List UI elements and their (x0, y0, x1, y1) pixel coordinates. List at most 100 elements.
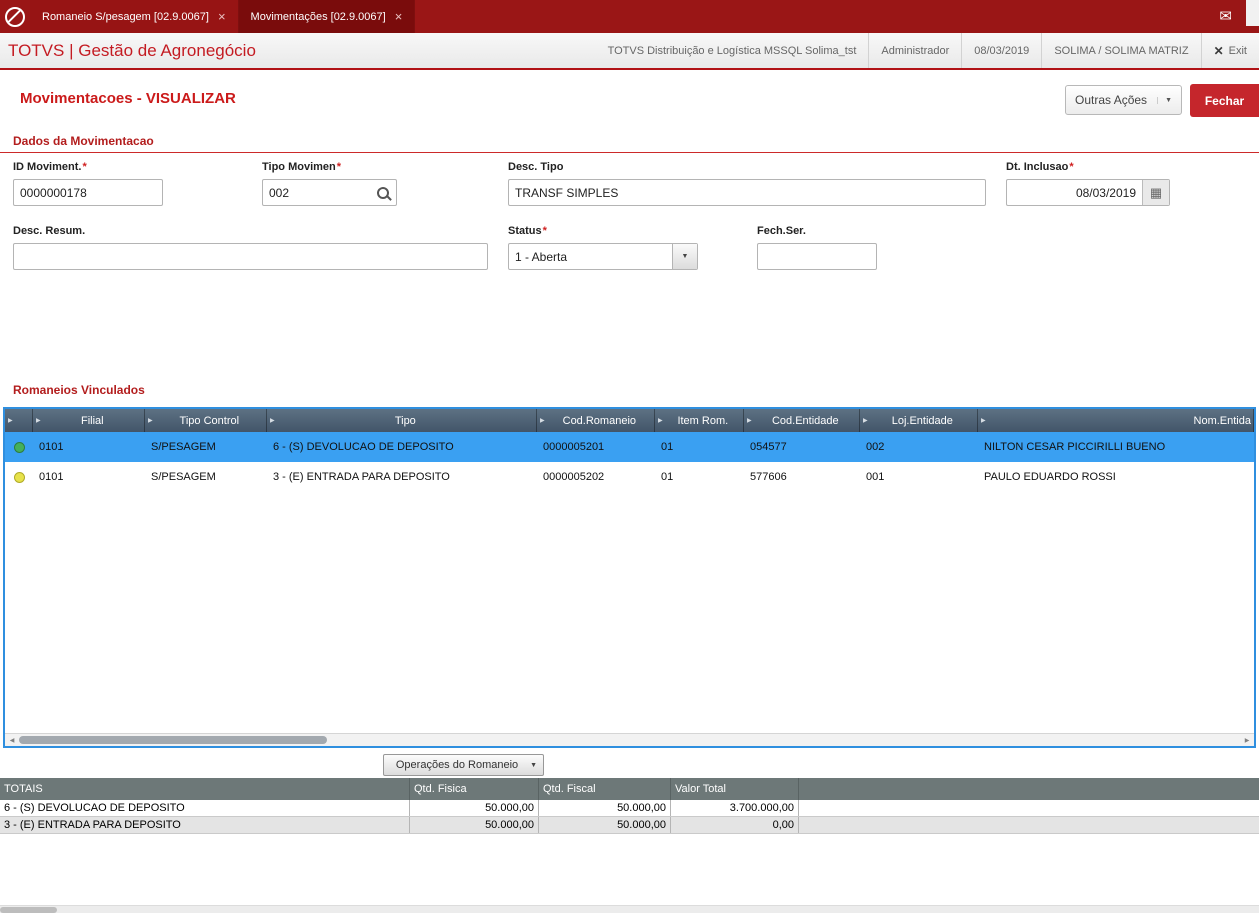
grid-cell: 01 (661, 441, 674, 453)
user-info: Administrador (868, 33, 961, 68)
column-arrow-icon: ▶ (270, 418, 275, 424)
status-dropdown-button[interactable]: ▼ (672, 244, 697, 269)
desc-resum-label: Desc. Resum. (13, 225, 86, 237)
operacoes-romaneio-label: Operações do Romaneio (395, 759, 519, 771)
column-header-filial[interactable]: ▶ Filial (33, 409, 145, 432)
id-moviment-label: ID Moviment.* (13, 161, 87, 173)
totals-filler (799, 817, 1259, 833)
status-yellow-icon (13, 471, 25, 483)
column-header-status[interactable]: ▶ (5, 409, 33, 432)
column-header-nom-entidade[interactable]: ▶ Nom.Entida (978, 409, 1254, 432)
search-button[interactable] (370, 180, 396, 205)
status-value: 1 - Aberta (515, 249, 568, 264)
status-label: Status* (508, 225, 547, 237)
desc-tipo-input[interactable] (508, 179, 986, 206)
page-horizontal-scrollbar[interactable] (0, 905, 1259, 913)
totals-qtd-fisica: 50.000,00 (410, 817, 539, 833)
column-arrow-icon: ▶ (658, 418, 663, 424)
tipo-movimen-field (262, 179, 397, 206)
totals-row: 3 - (E) ENTRADA PARA DEPOSITO 50.000,00 … (0, 817, 1259, 834)
app-header: TOTVS | Gestão de Agronegócio TOTVS Dist… (0, 33, 1259, 70)
dt-inclusao-field: ▦ (1006, 179, 1170, 206)
column-header-item-rom[interactable]: ▶ Item Rom. (655, 409, 744, 432)
exit-x-icon: ✕ (1213, 43, 1224, 58)
desc-resum-input[interactable] (13, 243, 488, 270)
prohibited-sign-icon (5, 6, 25, 27)
totals-row-label: 6 - (S) DEVOLUCAO DE DEPOSITO (0, 800, 410, 816)
grid-horizontal-scrollbar[interactable]: ◀ ▶ (5, 733, 1254, 746)
company-info: SOLIMA / SOLIMA MATRIZ (1041, 33, 1200, 68)
other-actions-dropdown[interactable]: ▼ (1157, 96, 1172, 104)
exit-button[interactable]: ✕ Exit (1200, 33, 1259, 68)
totals-col-qtd-fisica: Qtd. Fisica (410, 778, 539, 800)
scroll-left-icon[interactable]: ◀ (5, 737, 19, 744)
chevron-down-icon: ▼ (530, 761, 537, 769)
column-header-tipo-control[interactable]: ▶ Tipo Control (145, 409, 267, 432)
section-title-dados: Dados da Movimentacao (0, 134, 1259, 153)
calendar-button[interactable]: ▦ (1142, 180, 1169, 205)
grid-cell: 0000005201 (543, 441, 605, 453)
grid-cell: S/PESAGEM (151, 441, 216, 453)
status-select[interactable]: 1 - Aberta ▼ (508, 243, 698, 270)
totals-table: TOTAIS Qtd. Fisica Qtd. Fiscal Valor Tot… (0, 778, 1259, 834)
fechar-label: Fechar (1204, 93, 1245, 108)
status-green-icon (13, 441, 25, 453)
grid-cell: PAULO EDUARDO ROSSI (984, 471, 1116, 483)
chevron-down-icon: ▼ (1165, 96, 1172, 104)
totals-col-qtd-fiscal: Qtd. Fiscal (539, 778, 671, 800)
grid-cell: S/PESAGEM (151, 471, 216, 483)
grid-cell: 0101 (39, 471, 64, 483)
grid-cell: NILTON CESAR PICCIRILLI BUENO (984, 441, 1166, 453)
row-status (5, 441, 33, 453)
operacoes-romaneio-button[interactable]: Operações do Romaneio ▼ (383, 754, 544, 776)
top-tab-bar: Romaneio S/pesagem [02.9.0067] × Movimen… (0, 0, 1259, 40)
grid-cell: 6 - (S) DEVOLUCAO DE DEPOSITO (273, 441, 454, 453)
grid-cell: 01 (661, 471, 674, 483)
chevron-down-icon: ▼ (681, 253, 689, 260)
header-info: TOTVS Distribuição e Logística MSSQL Sol… (596, 33, 1259, 68)
column-header-loj-entidade[interactable]: ▶ Loj.Entidade (860, 409, 978, 432)
grid-cell: 054577 (750, 441, 787, 453)
page-scrollbar-thumb[interactable] (0, 907, 57, 913)
tab-movimentacoes[interactable]: Movimentações [02.9.0067] × (238, 0, 416, 40)
exit-label: Exit (1228, 44, 1247, 57)
grid-row[interactable]: 0101 S/PESAGEM 6 - (S) DEVOLUCAO DE DEPO… (5, 432, 1254, 462)
grid-cell: 001 (866, 471, 885, 483)
totals-valor-total: 3.700.000,00 (671, 800, 799, 816)
column-arrow-icon: ▶ (8, 418, 13, 424)
scroll-right-icon[interactable]: ▶ (1240, 737, 1254, 744)
grid-row[interactable]: 0101 S/PESAGEM 3 - (E) ENTRADA PARA DEPO… (5, 462, 1254, 492)
column-header-cod-romaneio[interactable]: ▶ Cod.Romaneio (537, 409, 655, 432)
totals-qtd-fiscal: 50.000,00 (539, 817, 671, 833)
required-mark: * (1069, 161, 1074, 173)
close-tab-icon[interactable]: × (395, 10, 403, 23)
tipo-movimen-input[interactable] (263, 180, 370, 205)
search-icon (377, 186, 389, 199)
tab-label: Romaneio S/pesagem [02.9.0067] (42, 10, 209, 23)
other-actions-button[interactable]: Outras Ações ▼ (1065, 85, 1182, 115)
close-tab-icon[interactable]: × (218, 10, 226, 23)
grid-header: ▶ ▶ Filial ▶ Tipo Control ▶ Tipo ▶ Cod.R… (5, 409, 1254, 432)
grid-cell: 3 - (E) ENTRADA PARA DEPOSITO (273, 471, 450, 483)
mail-icon[interactable]: ✉ (1219, 7, 1232, 25)
totals-row: 6 - (S) DEVOLUCAO DE DEPOSITO 50.000,00 … (0, 800, 1259, 817)
row-status (5, 471, 33, 483)
romaneios-grid: ▶ ▶ Filial ▶ Tipo Control ▶ Tipo ▶ Cod.R… (3, 407, 1256, 748)
scrollbar-thumb[interactable] (19, 736, 327, 744)
totvs-logo (0, 0, 30, 33)
column-arrow-icon: ▶ (540, 418, 545, 424)
environment-info: TOTVS Distribuição e Logística MSSQL Sol… (607, 44, 857, 57)
fech-ser-input[interactable] (757, 243, 877, 270)
app-window: Romaneio S/pesagem [02.9.0067] × Movimen… (0, 0, 1259, 913)
dt-inclusao-input[interactable] (1007, 180, 1142, 205)
fechar-button[interactable]: Fechar (1190, 84, 1259, 117)
tab-romaneio-spesagem[interactable]: Romaneio S/pesagem [02.9.0067] × (30, 0, 239, 33)
page-title: Movimentacoes - VISUALIZAR (20, 90, 236, 107)
column-header-tipo[interactable]: ▶ Tipo (267, 409, 537, 432)
column-header-cod-entidade[interactable]: ▶ Cod.Entidade (744, 409, 860, 432)
id-moviment-input[interactable] (13, 179, 163, 206)
column-arrow-icon: ▶ (981, 418, 986, 424)
totals-col-totais: TOTAIS (0, 778, 410, 800)
section-title-romaneios: Romaneios Vinculados (13, 383, 145, 397)
date-info: 08/03/2019 (961, 33, 1041, 68)
